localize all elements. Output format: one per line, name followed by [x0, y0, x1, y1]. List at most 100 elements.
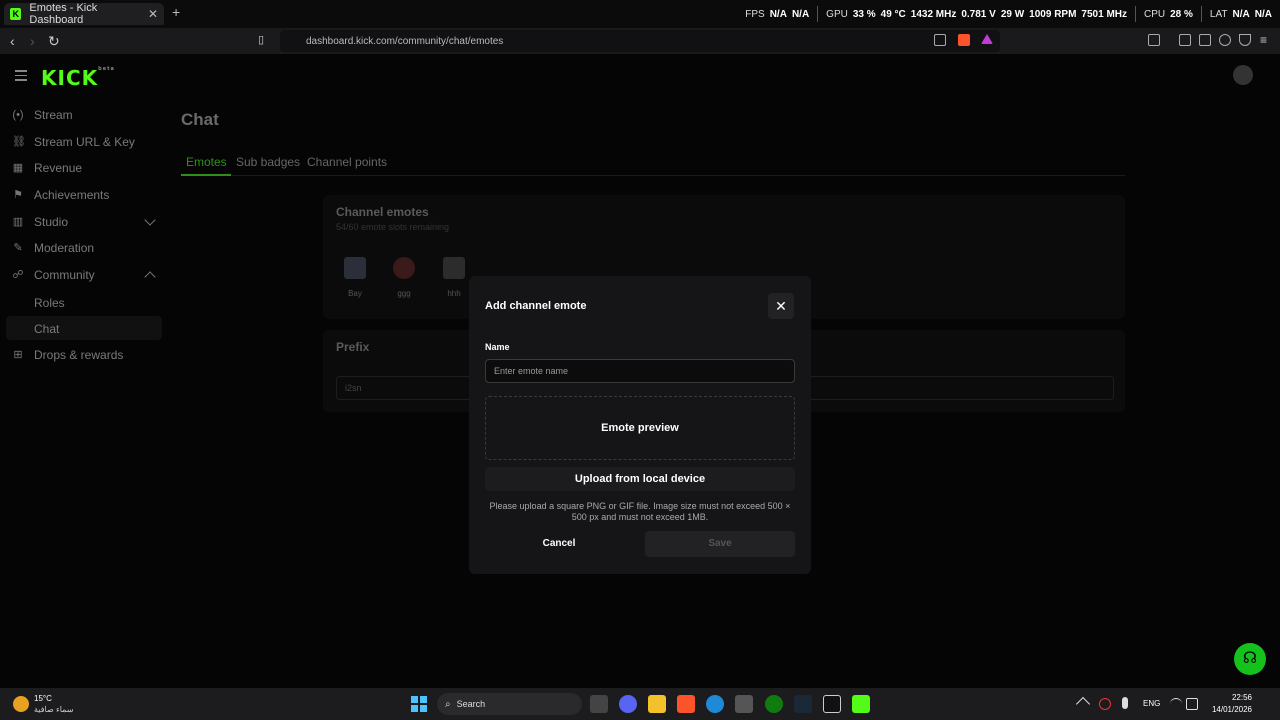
back-icon[interactable]: ‹ [10, 33, 15, 49]
search-icon: ⌕ [445, 698, 451, 710]
steam-icon[interactable] [794, 695, 812, 713]
wallet-icon[interactable] [1199, 34, 1211, 46]
url-text: dashboard.kick.com/community/chat/emotes [306, 35, 504, 47]
new-tab-button[interactable]: + [172, 4, 180, 20]
menu-icon[interactable]: ≡ [1260, 33, 1267, 47]
tab-emotes[interactable]: Emotes [186, 155, 227, 169]
lat-value: N/A [1232, 8, 1250, 20]
name-label: Name [485, 342, 510, 352]
sidebar-item-chat[interactable]: Chat [34, 322, 59, 336]
clock-time[interactable]: 22:56 [1212, 693, 1252, 702]
emote-preview-label: Emote preview [601, 422, 679, 434]
sidebar-item-stream-url-key[interactable]: ⛓ Stream URL & Key [12, 132, 162, 152]
tab-sub-badges[interactable]: Sub badges [236, 155, 300, 169]
file-explorer-icon[interactable] [648, 695, 666, 713]
active-nav-highlight [6, 316, 162, 340]
save-button[interactable]: Save [645, 531, 795, 557]
brave-browser-icon[interactable] [677, 695, 695, 713]
edge-icon[interactable] [706, 695, 724, 713]
emote-name-input[interactable] [485, 359, 795, 383]
microsoft-store-icon[interactable] [735, 695, 753, 713]
close-button[interactable]: ✕ [768, 293, 794, 319]
prefix-title: Prefix [336, 340, 370, 354]
studio-icon: ▥ [12, 216, 24, 228]
emote-slot[interactable]: hhh [434, 257, 474, 298]
clock-date[interactable]: 14/01/2026 [1206, 705, 1252, 714]
sidebar-item-label: Moderation [34, 241, 95, 255]
brave-rewards-icon[interactable] [981, 34, 993, 44]
language-indicator[interactable]: ENG [1143, 699, 1160, 708]
tab-title: Emotes - Kick Dashboard [29, 2, 98, 26]
upload-button[interactable]: Upload from local device [485, 467, 795, 491]
browser-tab[interactable]: K Emotes - Kick Dashboard ✕ [4, 2, 164, 26]
sidebar-item-moderation[interactable]: ✎ Moderation [12, 238, 162, 258]
emote-slot[interactable]: Bay [335, 257, 375, 298]
support-chat-button[interactable]: ☊ [1234, 643, 1266, 675]
broadcast-icon: (•) [12, 109, 24, 121]
gpu-power: 29 W [1000, 8, 1025, 20]
weather-temperature[interactable]: 15°C [34, 694, 52, 703]
capcut-icon[interactable] [823, 695, 841, 713]
fps-label: FPS [745, 8, 765, 20]
sidebar-item-revenue[interactable]: ▦ Revenue [12, 158, 162, 178]
sidebar-item-community[interactable]: ☍ Community [12, 265, 162, 285]
sidebar-item-achievements[interactable]: ⚑ Achievements [12, 185, 162, 205]
tab-close-icon[interactable]: ✕ [148, 7, 158, 21]
weather-description[interactable]: سماء صافية [34, 705, 74, 714]
kick-logo[interactable]: KICKbeta [41, 66, 115, 90]
sidebar-item-studio[interactable]: ▥ Studio [12, 212, 162, 232]
tray-chevron-up-icon[interactable] [1075, 696, 1091, 712]
emote-thumbnail [393, 257, 415, 279]
emote-slot[interactable]: ggg [384, 257, 424, 298]
fps-value: N/A [769, 8, 787, 20]
emote-name: hhh [447, 289, 461, 298]
sidebar-item-label: Revenue [34, 161, 83, 175]
task-view-icon[interactable] [590, 695, 608, 713]
lat-value-2: N/A [1254, 8, 1272, 20]
vpn-icon[interactable] [1239, 34, 1251, 46]
active-tab-indicator [181, 174, 231, 176]
gift-icon: ⊞ [13, 349, 23, 361]
emote-slots-remaining: 54/60 emote slots remaining [336, 222, 450, 232]
cast-icon[interactable] [1148, 34, 1160, 46]
leo-ai-icon[interactable] [1219, 34, 1231, 46]
sync-icon[interactable] [1099, 698, 1111, 710]
kick-app-icon[interactable] [852, 695, 870, 713]
url-input[interactable]: dashboard.kick.com/community/chat/emotes [280, 30, 1000, 52]
hamburger-menu-icon[interactable] [15, 70, 27, 84]
browser-tab-bar: K Emotes - Kick Dashboard ✕ + FPS N/A N/… [0, 0, 1280, 28]
reload-icon[interactable]: ↻ [48, 33, 60, 50]
upload-hint: Please upload a square PNG or GIF file. … [489, 501, 791, 522]
volume-icon[interactable] [1186, 698, 1198, 710]
cancel-button[interactable]: Cancel [485, 531, 633, 557]
sidebar-item-drops-rewards[interactable]: ⊞ Drops & rewards [12, 345, 162, 365]
add-emote-modal: Add channel emote ✕ Name Emote preview U… [469, 276, 811, 574]
sidebar-item-label: Stream URL & Key [34, 135, 135, 149]
channel-emotes-title: Channel emotes [336, 205, 429, 219]
emote-thumbnail [443, 257, 465, 279]
close-icon: ✕ [775, 298, 787, 314]
tab-divider [181, 175, 1125, 176]
cpu-util: 28 % [1170, 8, 1193, 20]
microphone-icon[interactable] [1122, 697, 1128, 709]
taskbar-search[interactable]: ⌕ Search [437, 693, 582, 715]
wifi-icon[interactable] [1170, 698, 1182, 710]
sidebar-item-roles[interactable]: Roles [34, 296, 65, 310]
discord-icon[interactable] [619, 695, 637, 713]
sidebar-toggle-icon[interactable] [1179, 34, 1191, 46]
gpu-util: 33 % [852, 8, 876, 20]
xbox-icon[interactable] [765, 695, 783, 713]
gpu-temp: 49 °C [880, 8, 906, 20]
forward-icon[interactable]: › [30, 33, 35, 49]
sidebar-item-stream[interactable]: (•) Stream [12, 105, 162, 125]
bookmark-icon[interactable]: ▯ [258, 33, 264, 46]
brave-shield-icon[interactable] [958, 34, 970, 46]
avatar[interactable] [1233, 65, 1253, 85]
prefix-value: i2sn [345, 383, 362, 393]
sidebar-item-label: Drops & rewards [34, 348, 124, 362]
tab-channel-points[interactable]: Channel points [307, 155, 387, 169]
sidebar-item-label: Achievements [34, 188, 110, 202]
share-icon[interactable] [934, 34, 946, 46]
windows-start-icon[interactable] [411, 696, 427, 712]
weather-icon[interactable] [13, 696, 29, 712]
